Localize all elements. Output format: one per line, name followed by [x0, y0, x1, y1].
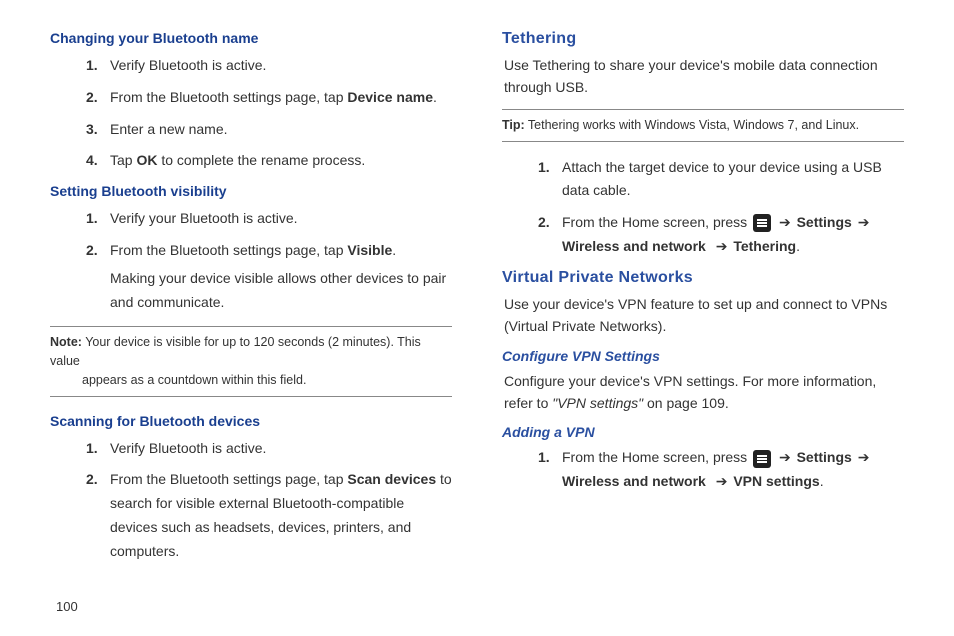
menu-icon: [753, 214, 771, 232]
step-text: From the Bluetooth settings page, tap Sc…: [110, 468, 452, 563]
page-number: 100: [56, 599, 78, 614]
list-changing-name: 1. Verify Bluetooth is active. 2. From t…: [50, 54, 452, 173]
list-item: 2. From the Home screen, press ➔ Setting…: [538, 211, 904, 259]
heading-configure-vpn: Configure VPN Settings: [502, 348, 904, 364]
step-number: 2.: [538, 211, 562, 259]
list-item: 3. Enter a new name.: [86, 118, 452, 142]
step-number: 1.: [86, 437, 110, 461]
vpn-desc: Use your device's VPN feature to set up …: [502, 293, 904, 338]
list-item: 2. From the Bluetooth settings page, tap…: [86, 86, 452, 110]
note-text: Your device is visible for up to 120 sec…: [50, 335, 421, 368]
step-number: 1.: [86, 54, 110, 78]
step-number: 4.: [86, 149, 110, 173]
list-item: 1. Verify Bluetooth is active.: [86, 54, 452, 78]
step-number: 1.: [538, 156, 562, 204]
page-columns: Changing your Bluetooth name 1. Verify B…: [50, 30, 904, 574]
note-label: Note:: [50, 335, 82, 349]
heading-vpn: Virtual Private Networks: [502, 269, 904, 287]
list-item: 1. Attach the target device to your devi…: [538, 156, 904, 204]
step-number: 3.: [86, 118, 110, 142]
list-item: 2. From the Bluetooth settings page, tap…: [86, 239, 452, 314]
list-item: 4. Tap OK to complete the rename process…: [86, 149, 452, 173]
tip-text: Tethering works with Windows Vista, Wind…: [525, 118, 859, 132]
heading-changing-bluetooth-name: Changing your Bluetooth name: [50, 30, 452, 46]
list-item: 2. From the Bluetooth settings page, tap…: [86, 468, 452, 563]
list-item: 1. Verify Bluetooth is active.: [86, 437, 452, 461]
step-number: 2.: [86, 86, 110, 110]
menu-icon: [753, 450, 771, 468]
list-adding-vpn: 1. From the Home screen, press ➔ Setting…: [502, 446, 904, 494]
step-text: Attach the target device to your device …: [562, 156, 904, 204]
heading-adding-vpn: Adding a VPN: [502, 424, 904, 440]
heading-setting-visibility: Setting Bluetooth visibility: [50, 183, 452, 199]
step-text: From the Bluetooth settings page, tap Vi…: [110, 239, 452, 263]
list-visibility: 1. Verify your Bluetooth is active. 2. F…: [50, 207, 452, 314]
list-scanning: 1. Verify Bluetooth is active. 2. From t…: [50, 437, 452, 564]
step-text: Verify Bluetooth is active.: [110, 54, 452, 78]
step-text: Verify your Bluetooth is active.: [110, 207, 452, 231]
step-text: From the Home screen, press ➔ Settings ➔…: [562, 211, 904, 259]
heading-tethering: Tethering: [502, 30, 904, 48]
tip-label: Tip:: [502, 118, 525, 132]
step-text: From the Home screen, press ➔ Settings ➔…: [562, 446, 904, 494]
step-number: 2.: [86, 239, 110, 263]
list-tethering: 1. Attach the target device to your devi…: [502, 156, 904, 259]
note-box: Note: Your device is visible for up to 1…: [50, 326, 452, 396]
tethering-desc: Use Tethering to share your device's mob…: [502, 54, 904, 99]
configure-vpn-text: Configure your device's VPN settings. Fo…: [502, 370, 904, 415]
step-text: Verify Bluetooth is active.: [110, 437, 452, 461]
step-number: 2.: [86, 468, 110, 563]
step-continuation: Making your device visible allows other …: [110, 267, 452, 315]
step-text: Enter a new name.: [110, 118, 452, 142]
step-number: 1.: [538, 446, 562, 494]
right-column: Tethering Use Tethering to share your de…: [502, 30, 904, 574]
left-column: Changing your Bluetooth name 1. Verify B…: [50, 30, 452, 574]
note-text-cont: appears as a countdown within this field…: [50, 371, 452, 390]
step-number: 1.: [86, 207, 110, 231]
list-item: 1. From the Home screen, press ➔ Setting…: [538, 446, 904, 494]
step-text: Tap OK to complete the rename process.: [110, 149, 452, 173]
list-item: 1. Verify your Bluetooth is active.: [86, 207, 452, 231]
step-text: From the Bluetooth settings page, tap De…: [110, 86, 452, 110]
tip-box: Tip: Tethering works with Windows Vista,…: [502, 109, 904, 142]
heading-scanning: Scanning for Bluetooth devices: [50, 413, 452, 429]
